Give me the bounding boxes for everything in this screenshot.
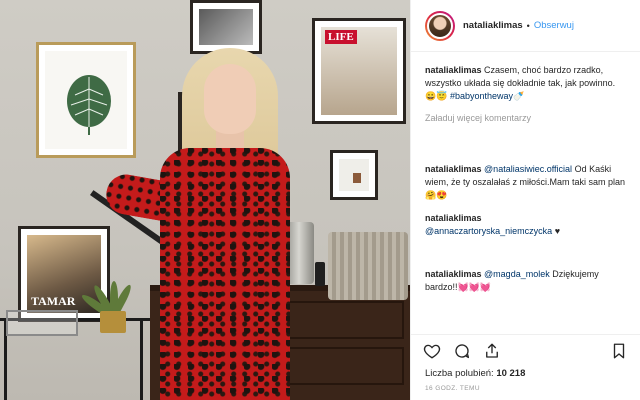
poster-title: TAMAR bbox=[31, 294, 76, 308]
woman-in-red-dress bbox=[100, 48, 310, 400]
likes-number: 10 218 bbox=[496, 368, 526, 379]
load-more-comments[interactable]: Załaduj więcej komentarzy bbox=[425, 113, 626, 123]
follow-button[interactable]: Obserwuj bbox=[534, 20, 574, 31]
post-timestamp: 16 GODZ. TEMU bbox=[425, 385, 480, 392]
instagram-post: LIFE TAMAR nataliaklimas • Obserwuj nata… bbox=[0, 0, 640, 400]
comment-username[interactable]: nataliaklimas bbox=[425, 164, 482, 174]
heart-icon[interactable] bbox=[423, 342, 441, 362]
framed-small-art bbox=[330, 150, 378, 200]
comments-list: nataliaklimas Czasem, choć bardzo rzadko… bbox=[411, 52, 640, 334]
candle-bottle bbox=[315, 262, 325, 286]
post-sidebar: nataliaklimas • Obserwuj nataliaklimas C… bbox=[410, 0, 640, 400]
comment-mention[interactable]: @magda_molek bbox=[484, 269, 550, 279]
bookmark-icon[interactable] bbox=[610, 342, 628, 362]
comment-icon[interactable] bbox=[453, 342, 471, 362]
post-photo[interactable]: LIFE TAMAR bbox=[0, 0, 410, 400]
caption-hashtag[interactable]: #babyontheway bbox=[450, 91, 513, 101]
likes-label: Liczba polubień: bbox=[425, 368, 494, 379]
caption-username[interactable]: nataliaklimas bbox=[425, 65, 482, 75]
glass-trays bbox=[6, 310, 78, 336]
framed-photo-top bbox=[190, 0, 262, 54]
comment-mention[interactable]: @annaczartoryska_niemczycka bbox=[425, 226, 552, 236]
header-separator: • bbox=[526, 20, 530, 31]
comment: nataliaklimas @nataliasiwiec.official Od… bbox=[425, 163, 626, 202]
share-icon[interactable] bbox=[483, 342, 501, 362]
likes-count[interactable]: Liczba polubień: 10 218 bbox=[411, 368, 640, 379]
action-bar bbox=[411, 334, 640, 368]
caption-trail: 🍼 bbox=[513, 91, 525, 101]
header-username[interactable]: nataliaklimas bbox=[463, 20, 523, 31]
comment: nataliaklimas @magda_molek Dziękujemy ba… bbox=[425, 268, 626, 294]
comment-text: ♥ bbox=[552, 226, 561, 236]
comment: nataliaklimas @annaczartoryska_niemczyck… bbox=[425, 212, 626, 238]
post-header: nataliaklimas • Obserwuj bbox=[411, 0, 640, 52]
framed-life-magazine: LIFE bbox=[312, 18, 406, 124]
comment-username[interactable]: nataliaklimas bbox=[425, 212, 626, 225]
avatar[interactable] bbox=[425, 10, 455, 41]
caption: nataliaklimas Czasem, choć bardzo rzadko… bbox=[425, 64, 626, 103]
comment-username[interactable]: nataliaklimas bbox=[425, 269, 482, 279]
comment-mention[interactable]: @nataliasiwiec.official bbox=[484, 164, 572, 174]
wicker-basket bbox=[328, 232, 408, 300]
life-logo: LIFE bbox=[325, 30, 357, 44]
